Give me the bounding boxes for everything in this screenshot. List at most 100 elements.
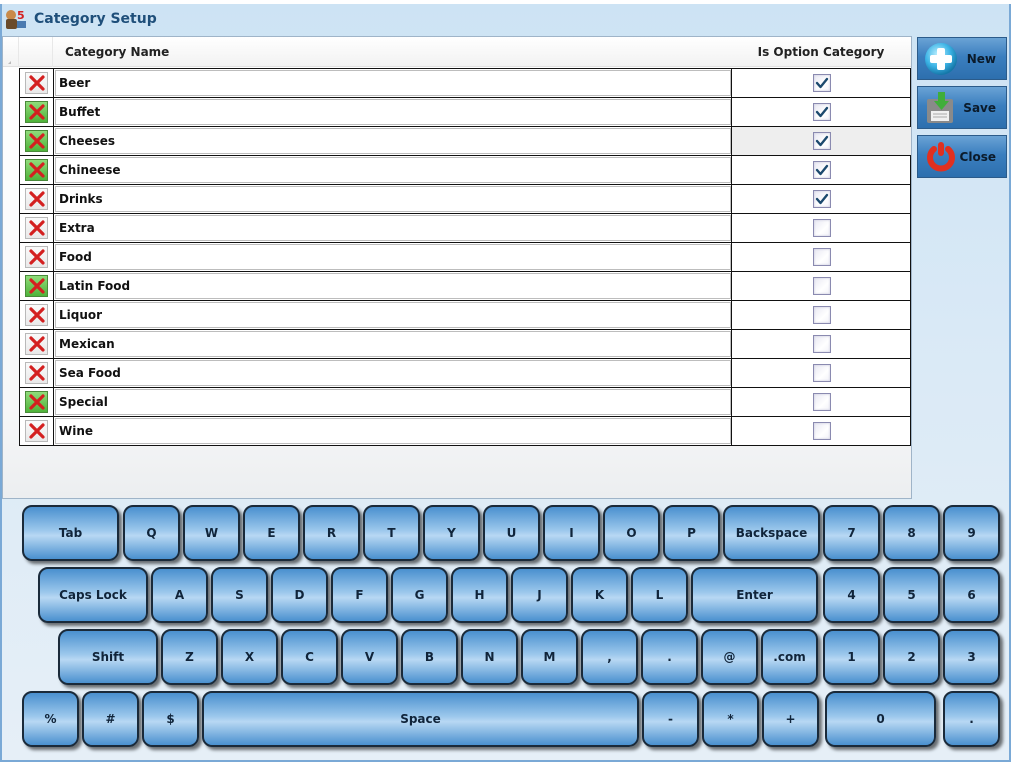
key-9[interactable]: 9 xyxy=(943,505,1000,561)
table-row[interactable]: Drinks xyxy=(19,185,911,214)
new-button[interactable]: New xyxy=(917,37,1007,80)
key-y[interactable]: Y xyxy=(423,505,480,561)
key-i[interactable]: I xyxy=(543,505,600,561)
key-t[interactable]: T xyxy=(363,505,420,561)
table-row[interactable]: Cheeses xyxy=(19,127,911,156)
key-hash[interactable]: # xyxy=(82,691,139,747)
key-2[interactable]: 2 xyxy=(883,629,940,685)
delete-row-button[interactable] xyxy=(25,420,48,442)
table-row[interactable]: Mexican xyxy=(19,330,911,359)
category-name-field[interactable]: Liquor xyxy=(55,302,731,328)
delete-row-button[interactable] xyxy=(25,362,48,384)
table-row[interactable]: Beer xyxy=(19,68,911,98)
column-header-category-name[interactable]: Category Name xyxy=(65,37,169,67)
delete-row-button[interactable] xyxy=(25,246,48,268)
key-n[interactable]: N xyxy=(461,629,518,685)
is-option-checkbox[interactable] xyxy=(812,335,831,353)
key-h[interactable]: H xyxy=(451,567,508,623)
close-button[interactable]: Close xyxy=(917,135,1007,178)
key-minus[interactable]: - xyxy=(642,691,699,747)
column-header-is-option-category[interactable]: Is Option Category xyxy=(731,37,911,67)
delete-row-button[interactable] xyxy=(25,101,48,123)
key-8[interactable]: 8 xyxy=(883,505,940,561)
key-o[interactable]: O xyxy=(603,505,660,561)
key-6[interactable]: 6 xyxy=(943,567,1000,623)
delete-row-button[interactable] xyxy=(25,188,48,210)
category-name-field[interactable]: Food xyxy=(55,244,731,270)
key-f[interactable]: F xyxy=(331,567,388,623)
category-name-field[interactable]: Buffet xyxy=(55,99,731,125)
is-option-checkbox[interactable] xyxy=(812,190,831,208)
key-backspace[interactable]: Backspace xyxy=(723,505,820,561)
is-option-checkbox[interactable] xyxy=(812,364,831,382)
delete-row-button[interactable] xyxy=(25,217,48,239)
table-row[interactable]: Liquor xyxy=(19,301,911,330)
key-0[interactable]: 0 xyxy=(825,691,936,747)
table-row[interactable]: Buffet xyxy=(19,98,911,127)
key-w[interactable]: W xyxy=(183,505,240,561)
category-name-field[interactable]: Wine xyxy=(55,418,731,444)
key-z[interactable]: Z xyxy=(161,629,218,685)
key-period[interactable]: . xyxy=(943,691,1000,747)
is-option-checkbox[interactable] xyxy=(812,219,831,237)
key-7[interactable]: 7 xyxy=(823,505,880,561)
key-caps-lock[interactable]: Caps Lock xyxy=(38,567,148,623)
key-5[interactable]: 5 xyxy=(883,567,940,623)
category-name-field[interactable]: Special xyxy=(55,389,731,415)
key-l[interactable]: L xyxy=(631,567,688,623)
is-option-checkbox[interactable] xyxy=(812,277,831,295)
key-j[interactable]: J xyxy=(511,567,568,623)
table-row[interactable]: Special xyxy=(19,388,911,417)
key-space[interactable]: Space xyxy=(202,691,639,747)
table-row[interactable]: Food xyxy=(19,243,911,272)
table-row[interactable]: Chineese xyxy=(19,156,911,185)
delete-row-button[interactable] xyxy=(25,391,48,413)
delete-row-button[interactable] xyxy=(25,333,48,355)
key-4[interactable]: 4 xyxy=(823,567,880,623)
key-v[interactable]: V xyxy=(341,629,398,685)
key-a[interactable]: A xyxy=(151,567,208,623)
key-dollar[interactable]: $ xyxy=(142,691,199,747)
is-option-checkbox[interactable] xyxy=(812,306,831,324)
key-at[interactable]: @ xyxy=(701,629,758,685)
key-plus[interactable]: + xyxy=(762,691,819,747)
table-row[interactable]: Wine xyxy=(19,417,911,446)
category-name-field[interactable]: Chineese xyxy=(55,157,731,183)
table-row[interactable]: Extra xyxy=(19,214,911,243)
key-comma[interactable]: , xyxy=(581,629,638,685)
key-c[interactable]: C xyxy=(281,629,338,685)
is-option-checkbox[interactable] xyxy=(812,248,831,266)
category-name-field[interactable]: Extra xyxy=(55,215,731,241)
is-option-checkbox[interactable] xyxy=(812,422,831,440)
delete-row-button[interactable] xyxy=(25,130,48,152)
key-r[interactable]: R xyxy=(303,505,360,561)
is-option-checkbox[interactable] xyxy=(812,132,831,150)
is-option-checkbox[interactable] xyxy=(812,74,831,92)
save-button[interactable]: Save xyxy=(917,86,1007,129)
key-m[interactable]: M xyxy=(521,629,578,685)
select-all-corner[interactable] xyxy=(3,37,19,67)
category-name-field[interactable]: Latin Food xyxy=(55,273,731,299)
delete-row-button[interactable] xyxy=(25,304,48,326)
key-x[interactable]: X xyxy=(221,629,278,685)
key-percent[interactable]: % xyxy=(22,691,79,747)
category-name-field[interactable]: Beer xyxy=(55,70,731,96)
key-g[interactable]: G xyxy=(391,567,448,623)
key-b[interactable]: B xyxy=(401,629,458,685)
delete-row-button[interactable] xyxy=(25,159,48,181)
key-p[interactable]: P xyxy=(663,505,720,561)
key-s[interactable]: S xyxy=(211,567,268,623)
is-option-checkbox[interactable] xyxy=(812,161,831,179)
category-name-field[interactable]: Mexican xyxy=(55,331,731,357)
category-name-field[interactable]: Drinks xyxy=(55,186,731,212)
key-1[interactable]: 1 xyxy=(823,629,880,685)
key-k[interactable]: K xyxy=(571,567,628,623)
key-3[interactable]: 3 xyxy=(943,629,1000,685)
key-dotcom[interactable]: .com xyxy=(761,629,818,685)
is-option-checkbox[interactable] xyxy=(812,103,831,121)
key-asterisk[interactable]: * xyxy=(702,691,759,747)
key-shift[interactable]: Shift xyxy=(58,629,158,685)
key-d[interactable]: D xyxy=(271,567,328,623)
table-row[interactable]: Latin Food xyxy=(19,272,911,301)
key-period[interactable]: . xyxy=(641,629,698,685)
